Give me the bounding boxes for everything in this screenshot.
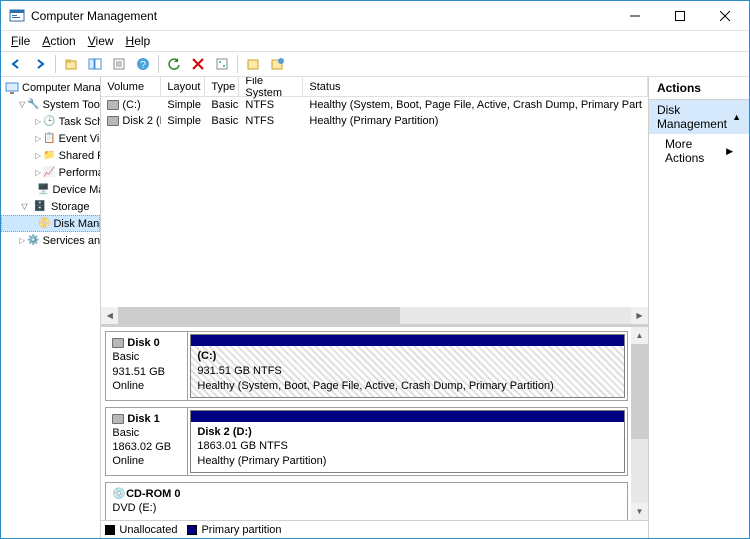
tree-systools[interactable]: 🔧System Tools bbox=[1, 96, 100, 113]
col-status[interactable]: Status bbox=[303, 77, 648, 96]
action2-button[interactable] bbox=[266, 53, 288, 75]
disk-partition[interactable]: (C:) 931.51 GB NTFS Healthy (System, Boo… bbox=[190, 334, 625, 398]
legend-primary-icon bbox=[187, 525, 197, 535]
chevron-right-icon[interactable] bbox=[19, 235, 25, 246]
chevron-right-icon[interactable] bbox=[35, 167, 41, 178]
menu-view[interactable]: View bbox=[82, 32, 120, 50]
scroll-down-icon[interactable]: ▼ bbox=[631, 503, 648, 520]
up-button[interactable] bbox=[60, 53, 82, 75]
col-layout[interactable]: Layout bbox=[161, 77, 205, 96]
chevron-right-icon[interactable] bbox=[35, 133, 41, 144]
nav-tree[interactable]: Computer Management (Local 🔧System Tools… bbox=[1, 77, 101, 538]
app-icon bbox=[9, 8, 25, 24]
services-icon: ⚙️ bbox=[27, 233, 39, 249]
disk-row[interactable]: 💿CD-ROM 0 DVD (E:) No Media bbox=[105, 482, 628, 520]
col-volume[interactable]: Volume bbox=[101, 77, 161, 96]
back-button[interactable] bbox=[5, 53, 27, 75]
event-icon: 📋 bbox=[43, 131, 55, 147]
tools-icon: 🔧 bbox=[27, 97, 39, 113]
action1-button[interactable] bbox=[242, 53, 264, 75]
tree-event-viewer[interactable]: 📋Event Viewer bbox=[1, 130, 100, 147]
device-icon: 🖥️ bbox=[37, 182, 49, 198]
tree-task-scheduler[interactable]: 🕒Task Scheduler bbox=[1, 113, 100, 130]
collapse-icon[interactable]: ▲ bbox=[732, 112, 741, 122]
perf-icon: 📈 bbox=[43, 165, 55, 181]
toolbar: ? bbox=[1, 51, 749, 77]
vertical-scrollbar[interactable]: ▲ ▼ bbox=[631, 327, 648, 520]
chevron-down-icon[interactable] bbox=[19, 201, 30, 212]
disk-icon: 📀 bbox=[38, 216, 50, 232]
actions-pane: Actions Disk Management ▲ More Actions ▶ bbox=[649, 77, 749, 538]
scroll-thumb[interactable] bbox=[118, 307, 400, 324]
volume-columns: Volume Layout Type File System Status bbox=[101, 77, 648, 97]
disk-graphical-view: Disk 0 Basic 931.51 GB Online (C:) 931.5… bbox=[101, 324, 648, 538]
volume-list[interactable]: Volume Layout Type File System Status (C… bbox=[101, 77, 648, 324]
disk-row[interactable]: Disk 1 Basic 1863.02 GB Online Disk 2 (D… bbox=[105, 407, 628, 477]
window-title: Computer Management bbox=[31, 9, 612, 23]
scroll-thumb[interactable] bbox=[631, 344, 648, 439]
menu-file[interactable]: File bbox=[5, 32, 36, 50]
tree-services[interactable]: ⚙️Services and Applications bbox=[1, 232, 100, 249]
legend-unallocated-icon bbox=[105, 525, 115, 535]
chevron-down-icon[interactable] bbox=[19, 99, 25, 110]
cd-icon: 💿 bbox=[112, 488, 126, 500]
close-button[interactable] bbox=[702, 2, 747, 30]
volume-row[interactable]: (C:) Simple Basic NTFS Healthy (System, … bbox=[101, 97, 648, 113]
menu-action[interactable]: Action bbox=[36, 32, 81, 50]
forward-button[interactable] bbox=[29, 53, 51, 75]
titlebar: Computer Management bbox=[1, 1, 749, 31]
menubar: File Action View Help bbox=[1, 31, 749, 51]
minimize-button[interactable] bbox=[612, 2, 657, 30]
scroll-left-icon[interactable]: ◀ bbox=[101, 307, 118, 324]
disk-icon bbox=[112, 414, 124, 424]
tree-storage[interactable]: 🗄️Storage bbox=[1, 198, 100, 215]
horizontal-scrollbar[interactable]: ◀ ▶ bbox=[101, 307, 648, 324]
disk-label: Disk 1 Basic 1863.02 GB Online bbox=[106, 408, 188, 476]
folder-icon: 📁 bbox=[43, 148, 55, 164]
disk-label: Disk 0 Basic 931.51 GB Online bbox=[106, 332, 188, 400]
disk-icon bbox=[112, 338, 124, 348]
chevron-right-icon[interactable] bbox=[35, 116, 41, 127]
clock-icon: 🕒 bbox=[43, 114, 55, 130]
help-button[interactable]: ? bbox=[132, 53, 154, 75]
chevron-right-icon[interactable] bbox=[35, 150, 41, 161]
svg-text:?: ? bbox=[140, 60, 146, 71]
menu-help[interactable]: Help bbox=[120, 32, 157, 50]
actions-more[interactable]: More Actions ▶ bbox=[649, 134, 749, 168]
col-type[interactable]: Type bbox=[205, 77, 239, 96]
tree-root[interactable]: Computer Management (Local bbox=[1, 79, 100, 96]
drive-icon bbox=[107, 116, 119, 126]
disk-partition[interactable]: Disk 2 (D:) 1863.01 GB NTFS Healthy (Pri… bbox=[190, 410, 625, 474]
actions-selection[interactable]: Disk Management ▲ bbox=[649, 100, 749, 134]
main-content: Volume Layout Type File System Status (C… bbox=[101, 77, 649, 538]
chevron-right-icon: ▶ bbox=[726, 146, 733, 157]
scroll-right-icon[interactable]: ▶ bbox=[631, 307, 648, 324]
computer-icon bbox=[5, 80, 19, 96]
tree-performance[interactable]: 📈Performance bbox=[1, 164, 100, 181]
storage-icon: 🗄️ bbox=[32, 199, 48, 215]
tree-disk-management[interactable]: 📀Disk Management bbox=[1, 215, 100, 232]
scroll-up-icon[interactable]: ▲ bbox=[631, 327, 648, 344]
col-filesystem[interactable]: File System bbox=[239, 77, 303, 96]
disk-row[interactable]: Disk 0 Basic 931.51 GB Online (C:) 931.5… bbox=[105, 331, 628, 401]
legend: Unallocated Primary partition bbox=[101, 520, 648, 538]
delete-button[interactable] bbox=[187, 53, 209, 75]
actions-header: Actions bbox=[649, 77, 749, 100]
refresh-button[interactable] bbox=[163, 53, 185, 75]
volume-row[interactable]: Disk 2 (D:) Simple Basic NTFS Healthy (P… bbox=[101, 113, 648, 129]
tree-shared-folders[interactable]: 📁Shared Folders bbox=[1, 147, 100, 164]
show-hide-tree-button[interactable] bbox=[84, 53, 106, 75]
settings-button[interactable] bbox=[211, 53, 233, 75]
maximize-button[interactable] bbox=[657, 2, 702, 30]
drive-icon bbox=[107, 100, 119, 110]
tree-device-manager[interactable]: 🖥️Device Manager bbox=[1, 181, 100, 198]
disk-label: 💿CD-ROM 0 DVD (E:) No Media bbox=[106, 483, 188, 520]
properties-button[interactable] bbox=[108, 53, 130, 75]
